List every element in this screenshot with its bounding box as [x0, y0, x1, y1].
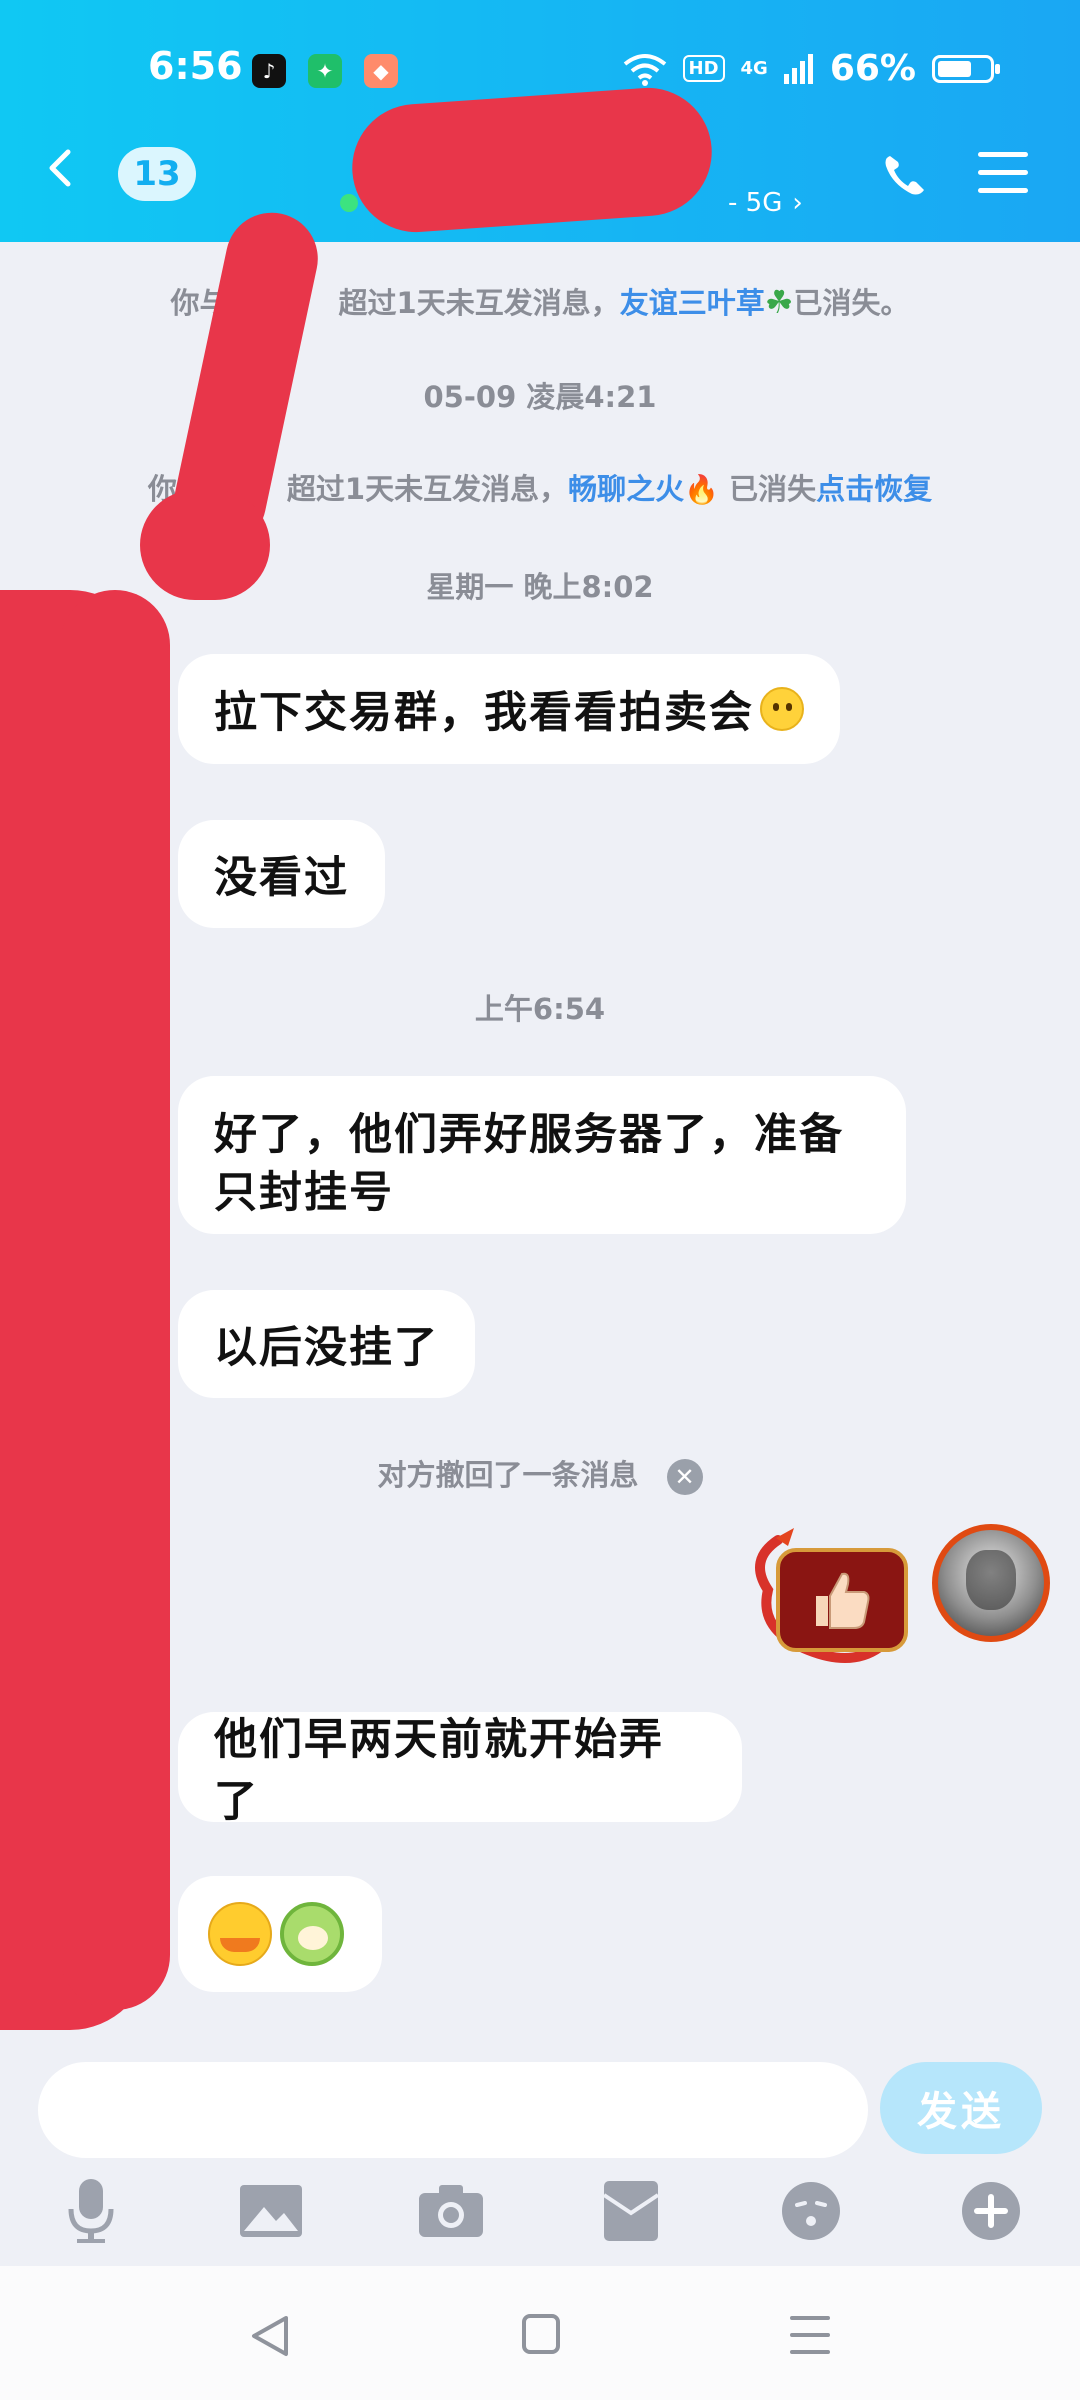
wifi-icon	[623, 53, 666, 86]
voice-button[interactable]	[56, 2176, 126, 2246]
status-time: 6:56	[148, 44, 243, 88]
online-dot-icon	[340, 194, 358, 212]
close-icon[interactable]: ✕	[666, 1459, 703, 1495]
tiktok-icon: ♪	[252, 54, 286, 88]
thumbs-up-sticker[interactable]	[776, 1548, 908, 1652]
nav-back-icon[interactable]	[250, 2314, 290, 2358]
redaction-mark	[140, 490, 270, 600]
fire-link[interactable]: 畅聊之火	[568, 472, 684, 506]
more-button[interactable]	[956, 2176, 1026, 2246]
redaction-mark	[347, 83, 717, 237]
emoji-face-icon	[782, 2182, 840, 2240]
red-packet-button[interactable]	[596, 2176, 666, 2246]
phone-call-button[interactable]	[880, 150, 930, 200]
nav-home-icon[interactable]	[522, 2314, 560, 2354]
cabbage-dog-sticker-icon	[280, 1902, 344, 1966]
battery-text: 66%	[829, 48, 916, 89]
message-text: 没看过	[214, 853, 349, 903]
message-text: 以后没挂了	[214, 1323, 439, 1373]
my-avatar[interactable]	[932, 1524, 1050, 1642]
image-button[interactable]	[236, 2176, 306, 2246]
notice-text: 已消失	[729, 472, 817, 506]
system-navigation-bar	[0, 2266, 1080, 2400]
network-status: - 5G	[728, 188, 783, 218]
message-text-line: 只封挂号	[214, 1168, 394, 1218]
message-input[interactable]	[38, 2062, 868, 2158]
notice-text: 超过1天未互发消息，	[286, 472, 569, 506]
clover-icon: ☘	[764, 283, 794, 321]
clover-link[interactable]: 友谊三叶草	[620, 286, 765, 320]
thinking-emoji-icon	[760, 687, 804, 731]
laughing-sticker-icon	[208, 1902, 272, 1966]
menu-button[interactable]	[978, 152, 1028, 196]
sticker-bubble[interactable]	[178, 1876, 382, 1992]
menu-line	[978, 188, 1028, 193]
message-bubble[interactable]: 以后没挂了	[178, 1290, 475, 1398]
notice-text: 超过1天未互发消息，	[338, 286, 620, 320]
thumbs-up-icon	[816, 1572, 870, 1629]
camera-button[interactable]	[416, 2176, 486, 2246]
battery-icon	[932, 54, 1000, 83]
notice-text: 已消失。	[793, 286, 910, 320]
microphone-icon	[68, 2179, 114, 2243]
message-text: 拉下交易群，我看看拍卖会	[214, 688, 754, 738]
image-icon	[240, 2185, 302, 2237]
status-app-icons: ♪ ✦ ◆	[252, 54, 398, 88]
network-type: 4G	[740, 58, 768, 79]
emoji-button[interactable]	[776, 2176, 846, 2246]
recall-text: 对方撤回了一条消息	[377, 1458, 639, 1492]
hd-badge: HD	[682, 55, 725, 82]
message-bubble[interactable]: 拉下交易群，我看看拍卖会	[178, 654, 840, 764]
battery-fill	[938, 60, 971, 77]
menu-line	[978, 170, 1028, 175]
redaction-mark	[60, 590, 170, 2010]
camera-icon	[419, 2185, 483, 2237]
plus-icon	[962, 2182, 1020, 2240]
message-bubble[interactable]: 好了，他们弄好服务器了，准备 只封挂号	[178, 1076, 906, 1234]
send-button[interactable]: 发送	[880, 2062, 1042, 2154]
menu-line	[978, 152, 1028, 157]
message-text-line: 好了，他们弄好服务器了，准备	[214, 1110, 844, 1160]
system-notice-clover: 你与 超过1天未互发消息，友谊三叶草☘已消失。	[0, 280, 1080, 322]
message-text: 他们早两天前就开始弄了	[214, 1715, 664, 1827]
nav-recents-icon[interactable]	[790, 2314, 830, 2356]
fire-icon: 🔥	[684, 473, 719, 506]
signal-icon	[783, 53, 813, 84]
red-packet-icon	[604, 2181, 658, 2241]
chevron-right-icon: ›	[792, 188, 803, 218]
back-arrow-icon[interactable]	[42, 148, 82, 188]
restore-link[interactable]: 点击恢复	[816, 472, 932, 506]
wechat-mini-icon: ✦	[308, 54, 342, 88]
timestamp: 05-09 凌晨4:21	[423, 380, 657, 414]
message-bubble[interactable]: 他们早两天前就开始弄了	[178, 1712, 742, 1827]
message-bubble[interactable]: 没看过	[178, 820, 385, 928]
unread-count-badge[interactable]: 13	[118, 147, 196, 201]
taobao-icon: ◆	[364, 54, 398, 88]
status-indicators: HD 4G 66%	[623, 48, 1000, 89]
input-toolbar	[0, 2176, 1080, 2266]
